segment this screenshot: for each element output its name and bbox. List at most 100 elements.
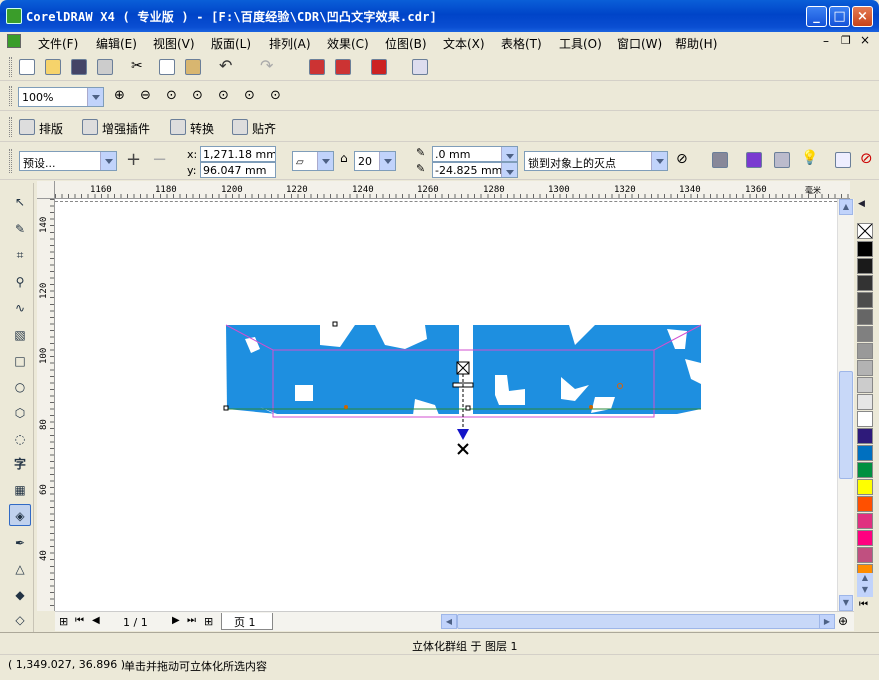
no-color-swatch[interactable]: [857, 223, 873, 239]
color-swatch[interactable]: [857, 377, 873, 393]
plugin-enhance-button[interactable]: 增强插件: [102, 120, 150, 137]
preset-select[interactable]: 预设...: [19, 151, 117, 171]
palette-scroll-down-arrow-icon[interactable]: ▼: [857, 585, 873, 597]
extrusion-type-select[interactable]: ▱: [292, 151, 334, 171]
table-tool-icon[interactable]: ▦: [9, 479, 31, 501]
ruler-origin[interactable]: [37, 181, 55, 199]
scroll-right-icon[interactable]: ▶: [819, 614, 835, 629]
app-icon[interactable]: [6, 8, 22, 24]
shape-tool-icon[interactable]: ✎: [9, 218, 31, 240]
zoom-page-icon[interactable]: ⊙: [218, 88, 229, 103]
menu-table[interactable]: 表格(T): [501, 35, 542, 52]
pick-tool-icon[interactable]: ↖: [9, 191, 31, 213]
freehand-tool-icon[interactable]: ∿: [9, 297, 31, 319]
chevron-down-icon[interactable]: [651, 152, 667, 170]
new-icon[interactable]: [19, 59, 35, 75]
plugin-icon[interactable]: [82, 119, 98, 135]
zoom-level-select[interactable]: 100%: [18, 87, 104, 107]
menu-file[interactable]: 文件(F): [38, 35, 78, 52]
chevron-down-icon[interactable]: [100, 152, 116, 170]
document-icon[interactable]: [7, 34, 21, 48]
smart-fill-tool-icon[interactable]: ▧: [9, 324, 31, 346]
color-swatch[interactable]: [857, 258, 873, 274]
plugin-convert-button[interactable]: 转换: [190, 120, 214, 137]
minimize-button[interactable]: _: [806, 6, 827, 27]
menu-arrange[interactable]: 排列(A): [269, 35, 311, 52]
color-swatch[interactable]: [857, 343, 873, 359]
toolbar-grip[interactable]: [9, 86, 12, 106]
color-swatch[interactable]: [857, 513, 873, 529]
menu-effects[interactable]: 效果(C): [327, 35, 369, 52]
menu-layout[interactable]: 版面(L): [211, 35, 251, 52]
clear-extrude-icon[interactable]: ⊘: [860, 149, 873, 167]
color-swatch[interactable]: [857, 428, 873, 444]
convert-icon[interactable]: [170, 119, 186, 135]
y-position-field[interactable]: 96.047 mm: [200, 162, 276, 178]
menu-tools[interactable]: 工具(O): [559, 35, 602, 52]
vanishing-point-lock-select[interactable]: 锁到对象上的灭点: [524, 151, 668, 171]
color-swatch[interactable]: [857, 394, 873, 410]
color-swatch[interactable]: [857, 309, 873, 325]
cut-icon[interactable]: ✂: [131, 58, 143, 74]
fill-tool-icon[interactable]: ◆: [9, 584, 31, 606]
add-page-before-icon[interactable]: ⊞: [59, 615, 68, 628]
ellipse-tool-icon[interactable]: ○: [9, 376, 31, 398]
rectangle-tool-icon[interactable]: □: [9, 350, 31, 372]
scroll-left-icon[interactable]: ◀: [441, 614, 457, 629]
plugin-snap-button[interactable]: 贴齐: [252, 120, 276, 137]
menu-edit[interactable]: 编辑(E): [96, 35, 137, 52]
extrude-rotation-icon[interactable]: [712, 152, 728, 168]
palette-scroll-up-arrow-icon[interactable]: ▲: [857, 573, 873, 585]
extrusion-color-icon[interactable]: [746, 152, 762, 168]
zoom-in-icon[interactable]: ⊕: [114, 88, 125, 103]
node-point[interactable]: [589, 405, 593, 409]
toolbar-grip[interactable]: [9, 149, 12, 173]
vertical-scroll-thumb[interactable]: [839, 371, 853, 479]
menu-help[interactable]: 帮助(H): [675, 35, 717, 52]
selection-handle[interactable]: [465, 405, 471, 411]
spinner-icon[interactable]: [379, 152, 395, 170]
close-button[interactable]: ×: [852, 6, 873, 27]
vanishing-point-y-field[interactable]: -24.825 mm: [432, 162, 518, 178]
redo-icon[interactable]: ↷: [260, 56, 273, 75]
add-preset-icon[interactable]: +: [126, 149, 141, 170]
open-icon[interactable]: [45, 59, 61, 75]
color-swatch[interactable]: [857, 360, 873, 376]
next-page-icon[interactable]: ▶: [172, 615, 180, 626]
scroll-up-icon[interactable]: ▲: [839, 199, 853, 215]
horizontal-scroll-thumb[interactable]: [457, 614, 833, 629]
color-swatch[interactable]: [857, 496, 873, 512]
plugin-layout-button[interactable]: 排版: [39, 120, 63, 137]
color-swatch[interactable]: [857, 241, 873, 257]
drawing-canvas[interactable]: [55, 199, 837, 611]
zoom-selected-icon[interactable]: ⊙: [166, 88, 177, 103]
polygon-tool-icon[interactable]: ⬡: [9, 402, 31, 424]
zoom-all-icon[interactable]: ⊙: [192, 88, 203, 103]
paste-icon[interactable]: [185, 59, 201, 75]
add-page-after-icon[interactable]: ⊞: [204, 615, 213, 628]
application-launcher-icon[interactable]: [371, 59, 387, 75]
toolbar-grip[interactable]: [9, 117, 12, 137]
export-icon[interactable]: [335, 59, 351, 75]
color-swatch[interactable]: [857, 462, 873, 478]
extruded-text-object[interactable]: [55, 199, 837, 611]
maximize-button[interactable]: □: [829, 6, 850, 27]
vanishing-point-x-field[interactable]: .0 mm: [432, 146, 518, 162]
page-tab[interactable]: 页 1: [221, 613, 273, 630]
scroll-down-icon[interactable]: ▼: [839, 595, 853, 611]
undo-icon[interactable]: ↶: [219, 56, 232, 75]
menu-view[interactable]: 视图(V): [153, 35, 195, 52]
depth-field[interactable]: 20: [354, 151, 396, 171]
vertical-scrollbar[interactable]: ▲ ▼: [837, 199, 854, 611]
import-icon[interactable]: [309, 59, 325, 75]
menu-window[interactable]: 窗口(W): [617, 35, 662, 52]
color-swatch[interactable]: [857, 445, 873, 461]
previous-page-icon[interactable]: ◀: [92, 615, 100, 626]
vanishing-point-arrow[interactable]: [457, 429, 469, 440]
color-swatch[interactable]: [857, 547, 873, 563]
eyedropper-tool-icon[interactable]: ✒: [9, 532, 31, 554]
welcome-screen-icon[interactable]: [412, 59, 428, 75]
toolbar-grip[interactable]: [9, 57, 12, 77]
zoom-width-icon[interactable]: ⊙: [244, 88, 255, 103]
vp-properties-icon[interactable]: ⊘: [676, 151, 688, 167]
